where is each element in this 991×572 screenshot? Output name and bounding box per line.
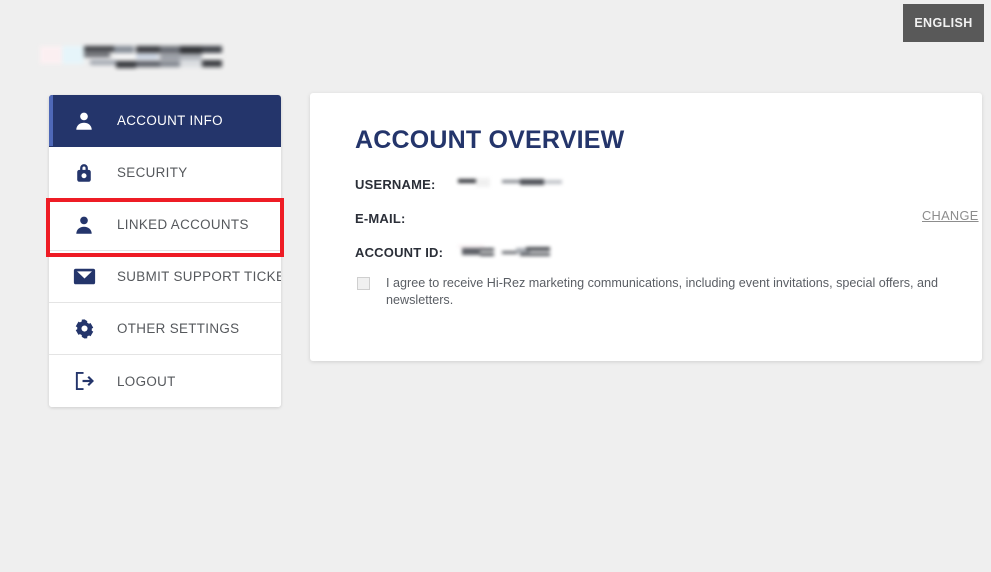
sidebar-item-account-info[interactable]: ACCOUNT INFO: [49, 95, 281, 147]
account-sidebar: ACCOUNT INFO SECURITY LINKED ACCOUNTS SU…: [49, 95, 281, 407]
sidebar-item-logout[interactable]: LOGOUT: [49, 355, 281, 407]
sidebar-item-label: SECURITY: [117, 165, 188, 180]
sidebar-item-linked-accounts[interactable]: LINKED ACCOUNTS: [49, 199, 281, 251]
account-id-label: ACCOUNT ID:: [355, 244, 444, 260]
sidebar-item-label: OTHER SETTINGS: [117, 321, 240, 336]
marketing-consent-row: I agree to receive Hi-Rez marketing comm…: [357, 275, 942, 310]
page-title: ACCOUNT OVERVIEW: [355, 126, 625, 154]
person-icon: [71, 108, 97, 134]
email-label: E-MAIL:: [355, 210, 406, 226]
field-row-account-id: ACCOUNT ID:: [355, 243, 566, 261]
account-id-value-redacted: [458, 245, 566, 259]
logout-icon: [71, 368, 97, 394]
sidebar-item-label: SUBMIT SUPPORT TICKET: [117, 269, 281, 284]
account-overview-panel: ACCOUNT OVERVIEW USERNAME: E-MAIL: ACCOU…: [310, 93, 982, 361]
change-email-link[interactable]: CHANGE: [922, 208, 979, 223]
marketing-consent-checkbox[interactable]: [357, 277, 370, 290]
language-selector-button[interactable]: ENGLISH: [903, 4, 984, 42]
sidebar-item-security[interactable]: SECURITY: [49, 147, 281, 199]
sidebar-item-submit-support-ticket[interactable]: SUBMIT SUPPORT TICKET: [49, 251, 281, 303]
field-row-username: USERNAME:: [355, 175, 566, 193]
person-icon: [71, 212, 97, 238]
marketing-consent-label: I agree to receive Hi-Rez marketing comm…: [386, 276, 939, 308]
lock-icon: [71, 160, 97, 186]
field-row-email: E-MAIL:: [355, 209, 458, 227]
gear-icon: [71, 316, 97, 342]
site-logo-redacted: [40, 42, 222, 70]
sidebar-item-label: LINKED ACCOUNTS: [117, 217, 249, 232]
sidebar-item-label: ACCOUNT INFO: [117, 113, 223, 128]
sidebar-item-other-settings[interactable]: OTHER SETTINGS: [49, 303, 281, 355]
envelope-icon: [71, 264, 97, 290]
username-label: USERNAME:: [355, 176, 436, 192]
sidebar-item-label: LOGOUT: [117, 373, 176, 389]
username-value-redacted: [458, 177, 566, 191]
